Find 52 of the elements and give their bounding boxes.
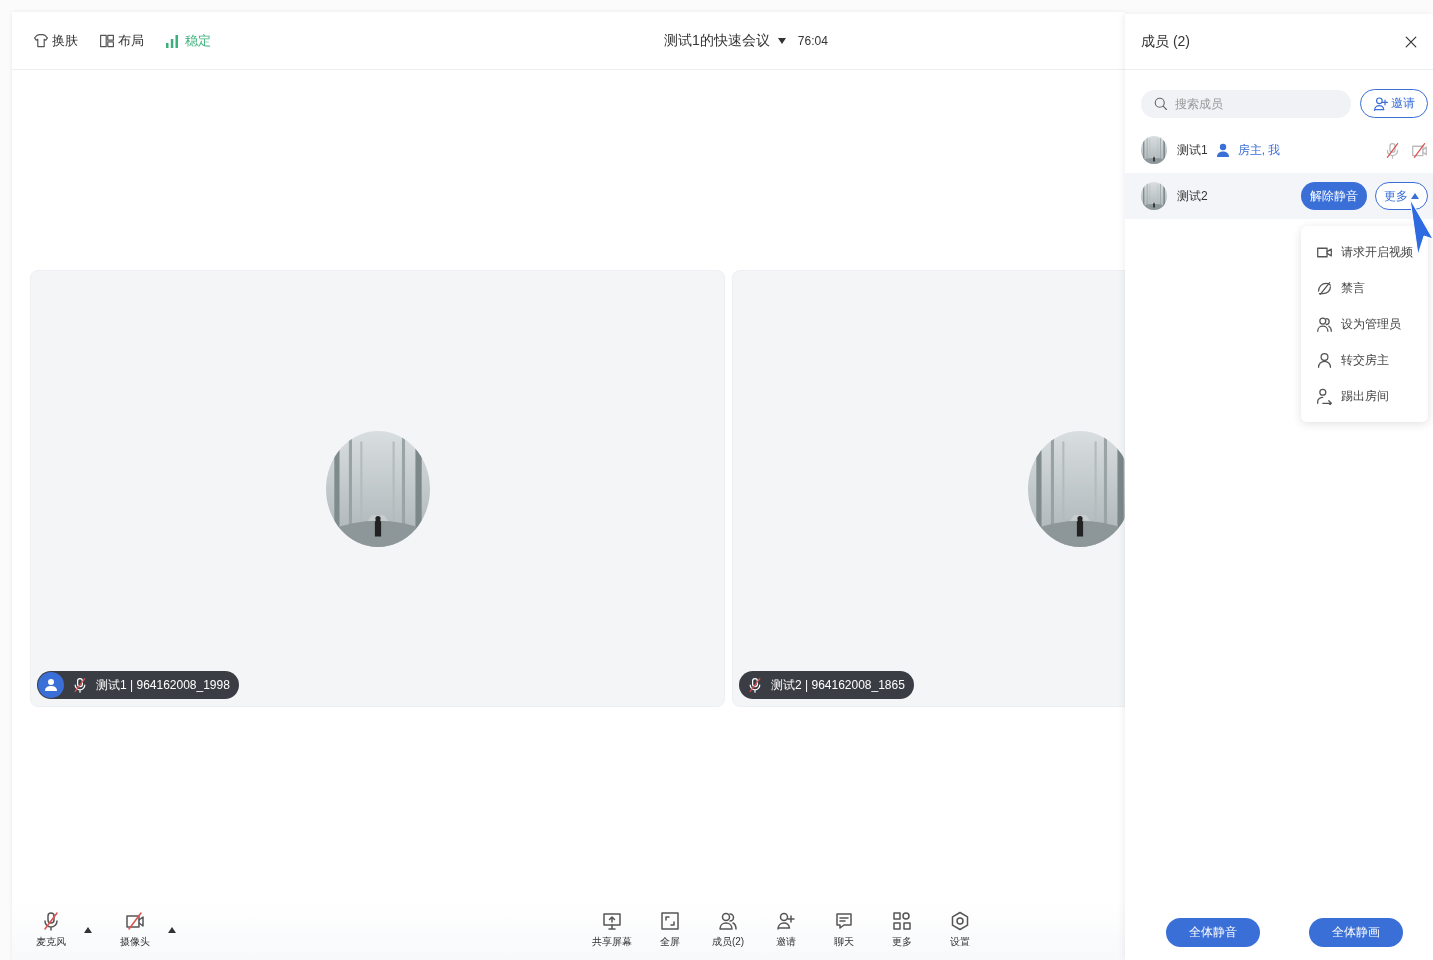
toolbar-button[interactable]: 更多 xyxy=(877,911,927,949)
users-icon xyxy=(1316,315,1333,333)
fullscreen-icon xyxy=(660,911,680,931)
settings-icon xyxy=(950,911,970,931)
more-button[interactable]: 更多 xyxy=(1375,182,1428,210)
caret-icon[interactable] xyxy=(168,927,176,933)
network-status: 稳定 xyxy=(185,31,211,50)
member-name: 测试2 xyxy=(1177,187,1208,205)
shirt-icon xyxy=(33,32,49,49)
member-row[interactable]: 测试2 解除静音 更多 xyxy=(1125,173,1433,219)
member-name: 测试1 xyxy=(1177,141,1208,159)
share-screen-icon xyxy=(602,911,622,931)
unmute-button[interactable]: 解除静音 xyxy=(1301,182,1367,210)
toolbar-button[interactable]: 全屏 xyxy=(645,911,695,949)
menu-item[interactable]: 请求开启视频 xyxy=(1301,234,1428,270)
toolbar-button[interactable]: 设置 xyxy=(935,911,985,949)
toolbar-button[interactable]: 共享屏幕 xyxy=(587,911,637,949)
user-exit-icon xyxy=(1316,387,1333,405)
menu-item[interactable]: 踢出房间 xyxy=(1301,378,1428,414)
menu-item[interactable]: 禁言 xyxy=(1301,270,1428,306)
participant-name: 测试1 | 964162008_1998 xyxy=(96,676,230,694)
participant-name: 测试2 | 964162008_1865 xyxy=(771,676,905,694)
layout-icon xyxy=(99,32,115,49)
meeting-title[interactable]: 测试1的快速会议 xyxy=(664,31,770,50)
invite-button[interactable]: 邀请 xyxy=(1360,89,1428,118)
toolbar-button[interactable]: 换肤 xyxy=(33,31,78,50)
meeting-duration: 76:04 xyxy=(797,33,828,48)
mic-button[interactable]: 麦克风 xyxy=(26,911,76,949)
camera-button[interactable]: 摄像头 xyxy=(110,911,160,949)
add-user-icon xyxy=(776,911,796,931)
toolbar-button[interactable]: 聊天 xyxy=(819,911,869,949)
user-icon xyxy=(1316,351,1333,369)
panel-title: 成员 (2) xyxy=(1141,32,1190,51)
dropdown-icon[interactable] xyxy=(777,37,786,44)
menu-item[interactable]: 设为管理员 xyxy=(1301,306,1428,342)
toolbar-button[interactable]: 布局 xyxy=(99,31,144,50)
search-field[interactable]: 搜索成员 xyxy=(1141,89,1351,118)
toolbar-button[interactable]: 成员(2) xyxy=(703,911,753,949)
add-user-icon xyxy=(1373,95,1389,112)
menu-item[interactable]: 转交房主 xyxy=(1301,342,1428,378)
member-role: 房主, 我 xyxy=(1237,141,1281,159)
mute-icon xyxy=(1316,279,1333,297)
signal-icon xyxy=(165,33,179,48)
mute-all-button[interactable]: 全体静音 xyxy=(1166,918,1260,947)
caret-icon[interactable] xyxy=(84,927,92,933)
mute-all-button[interactable]: 全体静画 xyxy=(1309,918,1403,947)
members-icon xyxy=(718,911,738,931)
grid-icon xyxy=(892,911,912,931)
member-row[interactable]: 测试1 房主, 我 xyxy=(1125,127,1433,173)
search-icon xyxy=(1153,95,1168,111)
chat-icon xyxy=(834,911,854,931)
toolbar-button[interactable]: 邀请 xyxy=(761,911,811,949)
